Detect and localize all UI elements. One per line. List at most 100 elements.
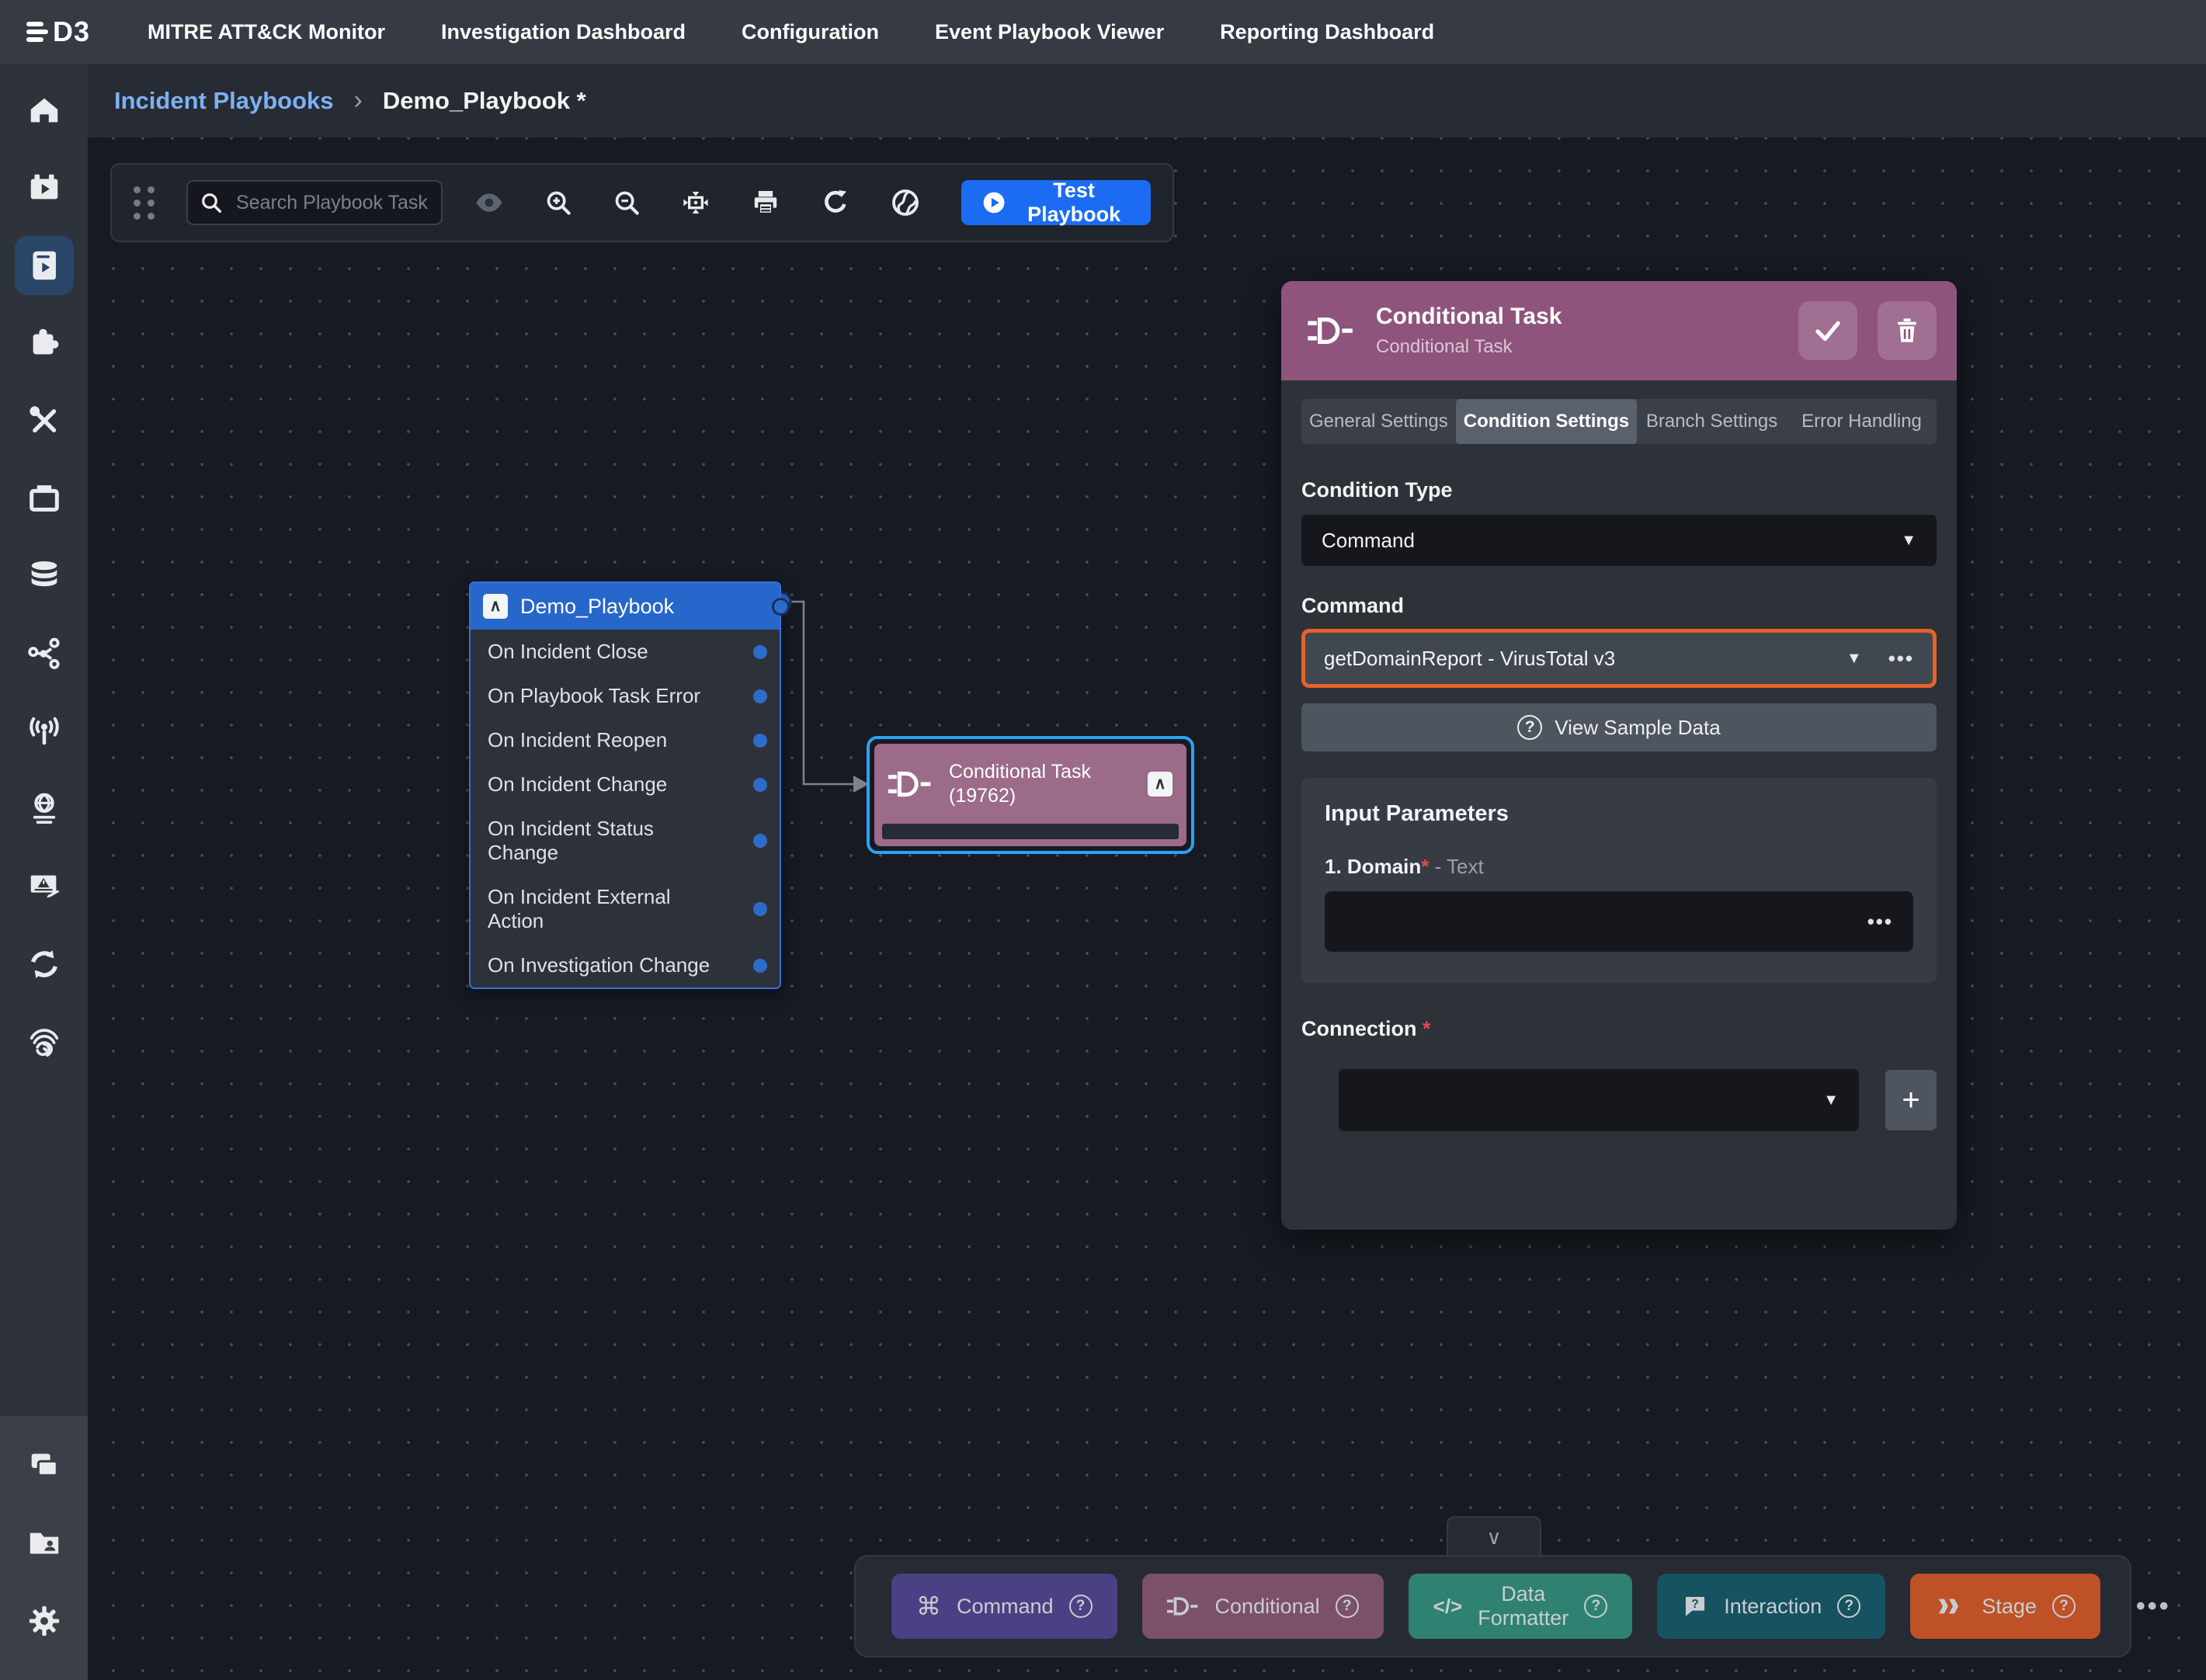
connection-row: ▼ + [1339,1069,1937,1131]
trigger-row-on-incident-change[interactable]: On Incident Change [471,762,780,807]
event-playbook-icon [26,170,62,206]
app-window: D3 MITRE ATT&CK Monitor Investigation Da… [0,0,2206,1680]
add-command-task-button[interactable]: ⌘ Command ? [891,1574,1117,1639]
collapse-node-button[interactable]: ∧ [1148,772,1172,797]
condition-type-select[interactable]: Command ▼ [1301,515,1937,566]
palette-more-button[interactable]: ••• [2136,1591,2171,1622]
toolbar-icons [474,187,921,218]
sidebar-item-windows[interactable] [15,1436,74,1495]
drag-handle-icon[interactable] [134,186,155,220]
globe-button[interactable] [890,187,921,218]
refresh-button[interactable] [820,187,851,218]
code-icon: </> [1433,1595,1463,1619]
sync-icon [26,946,62,982]
confirm-button[interactable] [1798,301,1857,360]
help-icon: ? [1837,1595,1860,1618]
trigger-row-on-incident-external-action[interactable]: On Incident External Action [471,875,780,943]
print-button[interactable] [750,187,781,218]
sidebar-item-home[interactable] [15,81,74,140]
delete-task-button[interactable] [1878,301,1937,360]
check-icon [1812,314,1844,347]
trigger-port[interactable] [753,902,767,916]
sidebar-item-utilities[interactable] [15,391,74,450]
trigger-port[interactable] [753,645,767,659]
sidebar-item-contacts[interactable] [15,1514,74,1573]
trigger-port[interactable] [753,778,767,792]
sidebar-bottom-group [0,1416,88,1680]
connection-select[interactable]: ▼ [1339,1069,1859,1131]
trigger-port[interactable] [753,959,767,973]
test-playbook-button[interactable]: Test Playbook [961,180,1151,225]
nav-item-configuration[interactable]: Configuration [742,20,879,44]
command-more-button[interactable]: ••• [1888,647,1914,671]
trigger-row-on-incident-status-change[interactable]: On Incident Status Change [471,807,780,875]
d3-logo[interactable]: D3 [26,16,90,48]
sidebar-item-incident-reports[interactable] [15,857,74,916]
stage-chevrons-icon [1935,1595,1966,1618]
trigger-row-on-investigation-change[interactable]: On Investigation Change [471,943,780,988]
sidebar-item-cases[interactable] [15,469,74,528]
zoom-out-button[interactable] [612,188,641,217]
database-icon [26,558,62,594]
puzzle-icon [26,325,62,361]
svg-text:?: ? [1691,1598,1699,1611]
nav-item-mitre-attck-monitor[interactable]: MITRE ATT&CK Monitor [148,20,385,44]
sidebar-item-web-reports[interactable] [15,779,74,838]
breadcrumb-link-incident-playbooks[interactable]: Incident Playbooks [114,87,334,115]
nav-item-investigation-dashboard[interactable]: Investigation Dashboard [441,20,686,44]
sidebar-item-connections[interactable] [15,624,74,683]
playbook-canvas[interactable]: Test Playbook ∧ Demo_Playbook On Inciden… [88,137,2206,1680]
sidebar-item-data-management[interactable] [15,547,74,606]
input-parameters-card: Input Parameters 1. Domain* - Text ••• [1301,778,1937,983]
add-interaction-task-button[interactable]: ? Interaction ? [1657,1574,1885,1639]
playbook-node-header[interactable]: ∧ Demo_Playbook [471,583,780,630]
eye-icon [474,187,505,218]
tab-error-handling[interactable]: Error Handling [1787,399,1937,444]
help-icon: ? [1336,1595,1359,1618]
trigger-port[interactable] [753,734,767,748]
sidebar-item-incident-playbooks[interactable] [15,236,74,295]
param-domain-input[interactable]: ••• [1325,891,1913,952]
trigger-port[interactable] [753,689,767,703]
sidebar-item-settings[interactable] [15,1591,74,1650]
globe-report-icon [26,791,62,827]
trigger-row-on-playbook-task-error[interactable]: On Playbook Task Error [471,674,780,718]
command-select[interactable]: getDomainReport - VirusTotal v3 ▼ ••• [1301,629,1937,688]
tab-branch-settings[interactable]: Branch Settings [1637,399,1787,444]
tab-condition-settings[interactable]: Condition Settings [1456,399,1637,444]
panel-body: General Settings Condition Settings Bran… [1281,380,1957,1150]
add-data-formatter-task-button[interactable]: </> Data Formatter ? [1409,1574,1633,1639]
zoom-out-icon [612,188,641,217]
output-port[interactable] [772,598,790,616]
sidebar-item-sync[interactable] [15,935,74,994]
playbook-trigger-node[interactable]: ∧ Demo_Playbook On Incident Close On Pla… [469,581,781,989]
param-more-button[interactable]: ••• [1867,910,1893,934]
trigger-port[interactable] [753,834,767,848]
toggle-visibility-button[interactable] [474,187,505,218]
panel-subtitle: Conditional Task [1376,336,1778,358]
zoom-in-button[interactable] [544,188,573,217]
nav-item-reporting-dashboard[interactable]: Reporting Dashboard [1220,20,1434,44]
fit-view-button[interactable] [680,187,711,218]
conditional-gate-icon [1308,313,1356,349]
add-conditional-task-button[interactable]: Conditional ? [1142,1574,1384,1639]
trigger-row-on-incident-reopen[interactable]: On Incident Reopen [471,718,780,762]
view-sample-data-button[interactable]: ? View Sample Data [1301,703,1937,751]
sidebar-item-fingerprint[interactable] [15,1012,74,1071]
tab-general-settings[interactable]: General Settings [1301,399,1456,444]
nav-item-event-playbook-viewer[interactable]: Event Playbook Viewer [935,20,1164,44]
sidebar-item-broadcast[interactable] [15,702,74,761]
sidebar-item-event-playbook[interactable] [15,158,74,217]
trigger-row-on-incident-close[interactable]: On Incident Close [471,630,780,674]
add-connection-button[interactable]: + [1885,1070,1937,1130]
home-icon [26,92,62,128]
toolbar-collapse-tab[interactable]: ∨ [1447,1516,1541,1557]
fit-view-icon [680,187,711,218]
gear-icon [26,1603,62,1639]
collapse-node-button[interactable]: ∧ [483,594,508,619]
add-stage-button[interactable]: Stage ? [1910,1574,2100,1639]
conditional-task-node[interactable]: Conditional Task (19762) ∧ [867,736,1194,854]
chevron-down-icon: ▼ [1823,1092,1839,1109]
search-input[interactable] [186,180,443,225]
sidebar-item-integrations[interactable] [15,314,74,373]
